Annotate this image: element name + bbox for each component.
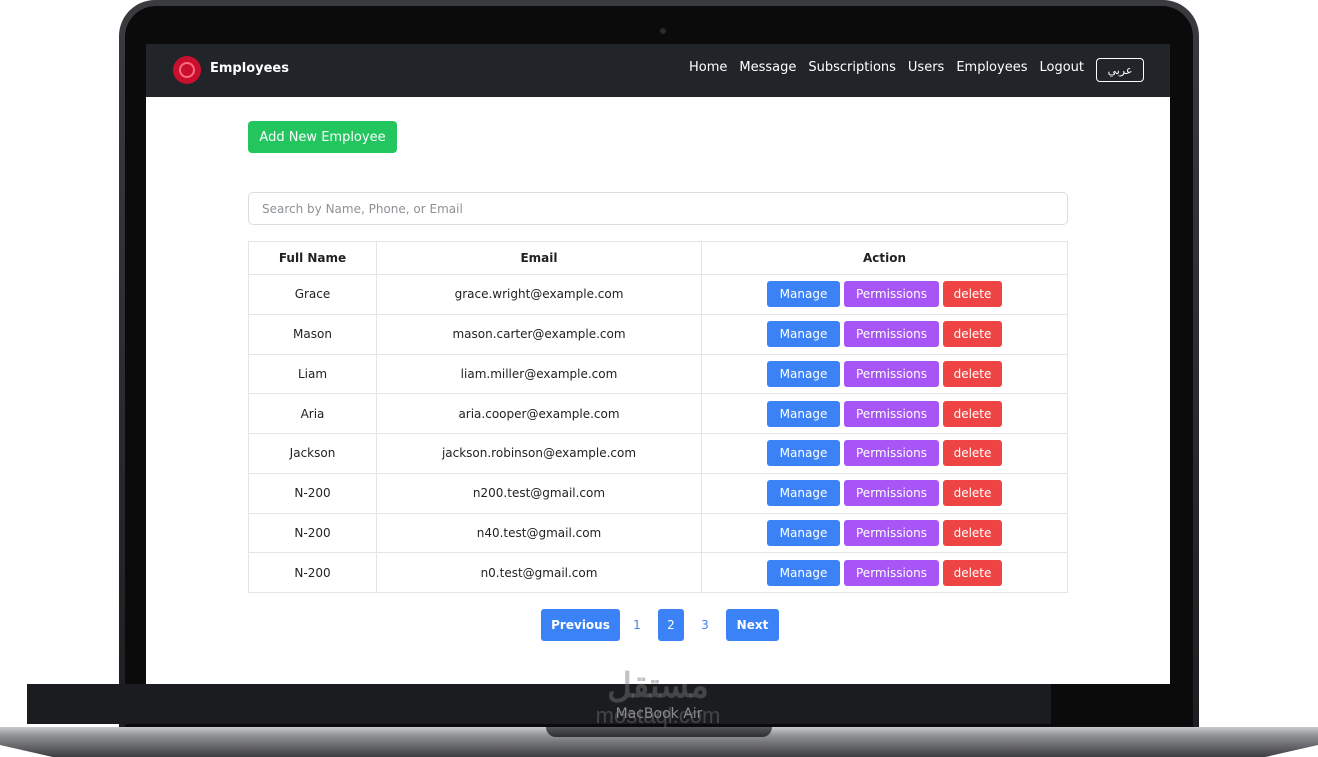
- action-buttons: Manage Permissions delete: [702, 440, 1067, 467]
- employee-email-cell: jackson.robinson@example.com: [376, 433, 702, 474]
- previous-page-button[interactable]: Previous: [541, 609, 620, 641]
- pagination: Previous 1 2 3 Next: [541, 609, 779, 641]
- delete-button[interactable]: delete: [943, 440, 1002, 467]
- permissions-button[interactable]: Permissions: [844, 400, 939, 427]
- employee-name-cell: Aria: [248, 393, 377, 434]
- employee-actions-cell: Manage Permissions delete: [701, 313, 1068, 355]
- page-1-button[interactable]: 1: [620, 609, 654, 641]
- employee-name-cell: Grace: [248, 274, 377, 315]
- language-toggle-button[interactable]: عربي: [1096, 58, 1144, 82]
- employee-email-cell: mason.carter@example.com: [376, 313, 702, 355]
- employee-actions-cell: Manage Permissions delete: [701, 512, 1068, 554]
- action-buttons: Manage Permissions delete: [702, 519, 1067, 546]
- permissions-button[interactable]: Permissions: [844, 440, 939, 467]
- next-page-button[interactable]: Next: [726, 609, 779, 641]
- manage-button[interactable]: Manage: [767, 519, 840, 546]
- table-row: Mason mason.carter@example.com Manage Permi…: [248, 313, 1068, 355]
- table-row: Jackson jackson.robinson@example.com Manag…: [248, 433, 1068, 474]
- navbar: Employees Home Message Subscriptions Use…: [146, 44, 1170, 97]
- page-2-button[interactable]: 2: [658, 609, 684, 641]
- manage-button[interactable]: Manage: [767, 281, 840, 308]
- device-model-label: MacBook Air: [615, 706, 703, 722]
- permissions-button[interactable]: Permissions: [844, 321, 939, 348]
- nav-link-employees[interactable]: Employees: [956, 60, 1027, 75]
- delete-button[interactable]: delete: [943, 360, 1002, 387]
- manage-button[interactable]: Manage: [767, 360, 840, 387]
- permissions-button[interactable]: Permissions: [844, 559, 939, 586]
- employee-actions-cell: Manage Permissions delete: [701, 472, 1068, 514]
- employee-name-cell: N-200: [248, 552, 377, 593]
- employee-actions-cell: Manage Permissions delete: [701, 393, 1068, 434]
- delete-button[interactable]: delete: [943, 400, 1002, 427]
- employee-email-cell: n40.test@gmail.com: [376, 512, 702, 554]
- action-buttons: Manage Permissions delete: [702, 559, 1067, 586]
- header-email: Email: [376, 241, 702, 275]
- header-action: Action: [701, 241, 1068, 275]
- permissions-button[interactable]: Permissions: [844, 281, 939, 308]
- action-buttons: Manage Permissions delete: [702, 360, 1067, 387]
- table-header-row: Full Name Email Action: [248, 241, 1068, 275]
- delete-button[interactable]: delete: [943, 519, 1002, 546]
- page-3-button[interactable]: 3: [688, 609, 722, 641]
- nav-link-message[interactable]: Message: [739, 60, 796, 75]
- employee-name-cell: Liam: [248, 353, 377, 395]
- manage-button[interactable]: Manage: [767, 440, 840, 467]
- permissions-button[interactable]: Permissions: [844, 519, 939, 546]
- brand-name[interactable]: Employees: [210, 61, 289, 76]
- employee-email-cell: aria.cooper@example.com: [376, 393, 702, 434]
- header-full-name: Full Name: [248, 241, 377, 275]
- table-row: Liam liam.miller@example.com Manage Permiss…: [248, 353, 1068, 395]
- employee-actions-cell: Manage Permissions delete: [701, 274, 1068, 315]
- nav-links: Home Message Subscriptions Users Employe…: [689, 60, 1084, 75]
- nav-link-logout[interactable]: Logout: [1039, 60, 1084, 75]
- permissions-button[interactable]: Permissions: [844, 480, 939, 507]
- employees-table-body: Grace grace.wright@example.com Manage Permi…: [248, 274, 1068, 593]
- action-buttons: Manage Permissions delete: [702, 281, 1067, 308]
- table-row: N-200 n200.test@gmail.com Manage Permission…: [248, 472, 1068, 514]
- camera-icon: [660, 28, 666, 34]
- table-row: N-200 n40.test@gmail.com Manage Permissions…: [248, 512, 1068, 554]
- nav-link-home[interactable]: Home: [689, 60, 727, 75]
- employee-actions-cell: Manage Permissions delete: [701, 433, 1068, 474]
- permissions-button[interactable]: Permissions: [844, 360, 939, 387]
- employee-name-cell: N-200: [248, 512, 377, 554]
- employee-email-cell: liam.miller@example.com: [376, 353, 702, 395]
- manage-button[interactable]: Manage: [767, 400, 840, 427]
- manage-button[interactable]: Manage: [767, 480, 840, 507]
- table-row: Aria aria.cooper@example.com Manage Permiss…: [248, 393, 1068, 434]
- laptop-base-notch: [546, 727, 772, 737]
- employee-actions-cell: Manage Permissions delete: [701, 552, 1068, 593]
- search-input[interactable]: [248, 192, 1068, 225]
- nav-link-subscriptions[interactable]: Subscriptions: [808, 60, 896, 75]
- brand-logo-icon[interactable]: [173, 56, 201, 84]
- action-buttons: Manage Permissions delete: [702, 480, 1067, 507]
- add-employee-button[interactable]: Add New Employee: [248, 121, 397, 153]
- table-row: Grace grace.wright@example.com Manage Permi…: [248, 274, 1068, 315]
- action-buttons: Manage Permissions delete: [702, 400, 1067, 427]
- action-buttons: Manage Permissions delete: [702, 321, 1067, 348]
- browser-screen: Employees Home Message Subscriptions Use…: [146, 44, 1170, 684]
- employee-email-cell: n200.test@gmail.com: [376, 472, 702, 514]
- employee-name-cell: N-200: [248, 472, 377, 514]
- delete-button[interactable]: delete: [943, 480, 1002, 507]
- employee-actions-cell: Manage Permissions delete: [701, 353, 1068, 395]
- employee-name-cell: Mason: [248, 313, 377, 355]
- nav-link-users[interactable]: Users: [908, 60, 944, 75]
- delete-button[interactable]: delete: [943, 281, 1002, 308]
- delete-button[interactable]: delete: [943, 559, 1002, 586]
- employee-email-cell: n0.test@gmail.com: [376, 552, 702, 593]
- delete-button[interactable]: delete: [943, 321, 1002, 348]
- table-row: N-200 n0.test@gmail.com Manage Permissions d…: [248, 552, 1068, 593]
- manage-button[interactable]: Manage: [767, 559, 840, 586]
- employee-email-cell: grace.wright@example.com: [376, 274, 702, 315]
- manage-button[interactable]: Manage: [767, 321, 840, 348]
- employee-name-cell: Jackson: [248, 433, 377, 474]
- employees-table: Full Name Email Action Grace grace.wright…: [248, 241, 1068, 593]
